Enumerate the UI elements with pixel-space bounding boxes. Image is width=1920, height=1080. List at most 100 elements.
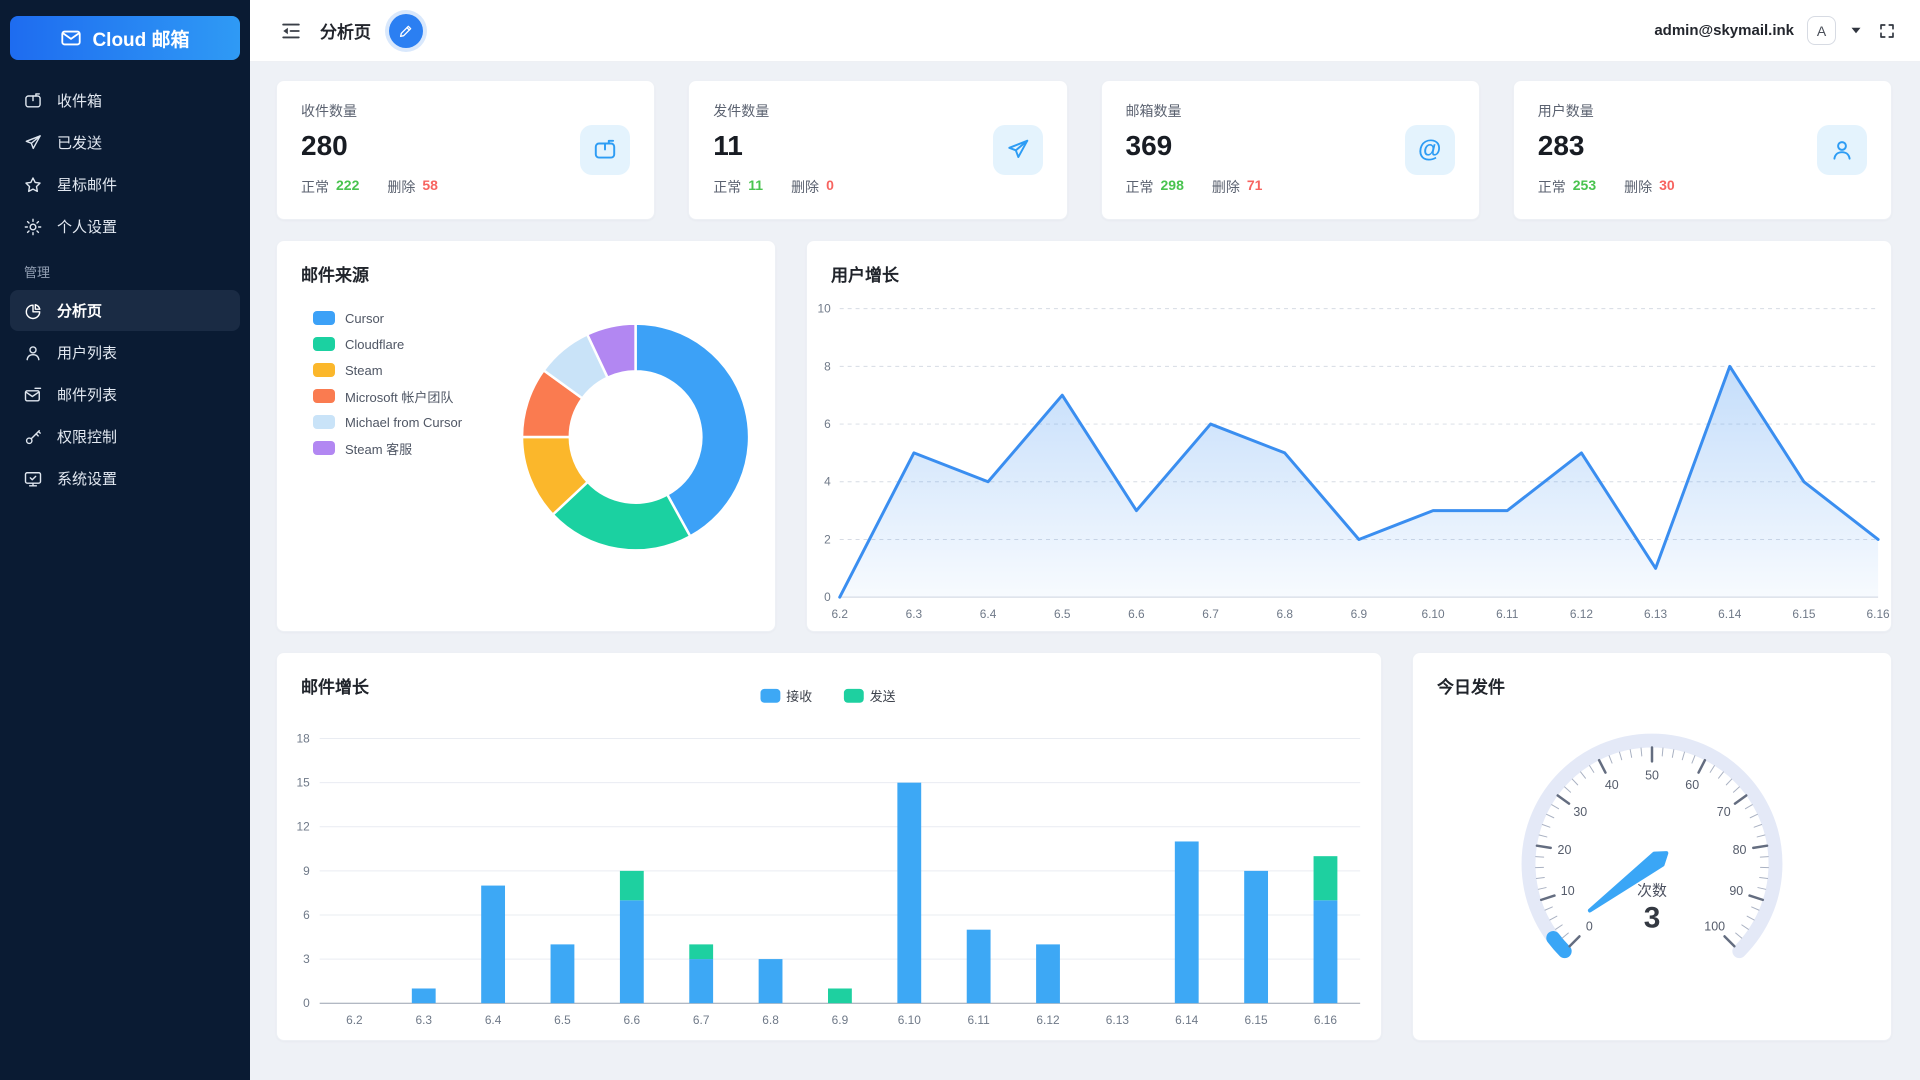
svg-text:0: 0 — [824, 590, 831, 604]
svg-text:6.7: 6.7 — [693, 1013, 710, 1027]
page-title: 分析页 — [320, 18, 371, 43]
svg-text:50: 50 — [1645, 768, 1659, 782]
collapse-sidebar-icon[interactable] — [280, 20, 302, 42]
key-icon — [23, 427, 43, 447]
svg-text:3: 3 — [1644, 902, 1661, 935]
svg-text:6: 6 — [303, 908, 310, 922]
stat-value: 283 — [1538, 130, 1675, 162]
sidebar-item-system-settings[interactable]: 系统设置 — [10, 458, 240, 499]
svg-text:6.10: 6.10 — [1422, 607, 1446, 621]
svg-text:6.10: 6.10 — [898, 1013, 922, 1027]
normal-label: 正常 — [301, 177, 329, 197]
svg-text:2: 2 — [824, 532, 831, 546]
legend-swatch — [313, 389, 335, 403]
user-email: admin@skymail.ink — [1654, 22, 1794, 39]
svg-text:6.14: 6.14 — [1175, 1013, 1199, 1027]
svg-text:90: 90 — [1729, 884, 1743, 898]
charts-row-3: 邮件增长 03691215186.26.36.46.56.66.76.86.96… — [276, 652, 1892, 1041]
fullscreen-button[interactable] — [1876, 20, 1898, 42]
sidebar-item-mail-list[interactable]: 邮件列表 — [10, 374, 240, 415]
stat-card-row: 收件数量 280 正常222 删除58 — [276, 80, 1892, 220]
charts-row-2: 邮件来源 Cursor Cloudflare Steam Microsoft 帐… — [276, 240, 1892, 632]
sidebar-nav: 收件箱 已发送 星标邮件 个人设置 管理 — [0, 80, 250, 499]
today-sent-card: 今日发件 0102030405060708090100次数3 — [1412, 652, 1892, 1041]
svg-text:6.3: 6.3 — [906, 607, 923, 621]
svg-text:8: 8 — [824, 359, 831, 373]
deleted-value: 30 — [1659, 177, 1675, 197]
svg-text:70: 70 — [1717, 805, 1731, 819]
svg-text:12: 12 — [297, 820, 311, 834]
pie-chart-icon — [23, 301, 43, 321]
app-logo[interactable]: Cloud 邮箱 — [10, 16, 240, 60]
svg-text:30: 30 — [1573, 805, 1587, 819]
topbar: 分析页 admin@skymail.ink A — [250, 0, 1920, 62]
legend-swatch — [313, 363, 335, 377]
legend-label: Cloudflare — [345, 337, 404, 352]
sidebar-item-analytics[interactable]: 分析页 — [10, 290, 240, 331]
mail-list-icon — [23, 385, 43, 405]
normal-label: 正常 — [1126, 177, 1154, 197]
deleted-value: 0 — [826, 177, 834, 197]
user-growth-card: 用户增长 02468106.26.36.46.56.66.76.86.96.10… — [806, 240, 1892, 632]
svg-text:6.5: 6.5 — [1054, 607, 1071, 621]
legend-item[interactable]: Cloudflare — [313, 331, 462, 357]
app-logo-label: Cloud 邮箱 — [92, 25, 189, 52]
legend-label: Michael from Cursor — [345, 415, 462, 430]
sidebar-item-permissions[interactable]: 权限控制 — [10, 416, 240, 457]
svg-text:18: 18 — [297, 732, 311, 746]
stat-card-sent-count: 发件数量 11 正常11 删除0 — [688, 80, 1067, 220]
svg-text:6.12: 6.12 — [1036, 1013, 1060, 1027]
svg-text:6.16: 6.16 — [1867, 607, 1891, 621]
main-area: 分析页 admin@skymail.ink A — [250, 0, 1920, 1080]
svg-text:6.5: 6.5 — [554, 1013, 571, 1027]
legend-item[interactable]: Microsoft 帐户团队 — [313, 383, 462, 409]
avatar[interactable]: A — [1807, 16, 1836, 45]
legend-item[interactable]: Steam 客服 — [313, 435, 462, 461]
svg-text:6.9: 6.9 — [832, 1013, 849, 1027]
normal-value: 253 — [1573, 177, 1596, 197]
svg-text:3: 3 — [303, 952, 310, 966]
edit-button[interactable] — [389, 14, 423, 48]
chart-title: 邮件增长 — [301, 673, 369, 698]
topbar-right: admin@skymail.ink A — [1654, 16, 1898, 45]
sidebar-item-user-list[interactable]: 用户列表 — [10, 332, 240, 373]
svg-text:6.8: 6.8 — [762, 1013, 779, 1027]
sidebar-item-starred[interactable]: 星标邮件 — [10, 164, 240, 205]
sidebar-item-label: 用户列表 — [57, 342, 117, 363]
svg-text:6.16: 6.16 — [1314, 1013, 1338, 1027]
legend-item[interactable]: Cursor — [313, 305, 462, 331]
stat-sub-row: 正常11 删除0 — [713, 177, 834, 197]
stat-sub-row: 正常222 删除58 — [301, 177, 438, 197]
user-menu-caret[interactable] — [1849, 25, 1863, 36]
svg-text:15: 15 — [297, 776, 311, 790]
mail-logo-icon — [60, 27, 82, 49]
sidebar-item-inbox[interactable]: 收件箱 — [10, 80, 240, 121]
at-icon: @ — [1405, 125, 1455, 175]
legend-item[interactable]: Michael from Cursor — [313, 409, 462, 435]
sidebar: Cloud 邮箱 收件箱 已发送 星标邮件 — [0, 0, 250, 1080]
mail-growth-bar-chart: 03691215186.26.36.46.56.66.76.86.96.106.… — [277, 653, 1381, 1040]
deleted-label: 删除 — [1624, 177, 1652, 197]
deleted-value: 71 — [1247, 177, 1263, 197]
legend-swatch — [313, 415, 335, 429]
sidebar-item-label: 分析页 — [57, 300, 102, 321]
svg-text:60: 60 — [1685, 778, 1699, 792]
sidebar-item-label: 邮件列表 — [57, 384, 117, 405]
svg-text:6.11: 6.11 — [968, 1013, 991, 1027]
stat-label: 发件数量 — [713, 101, 834, 121]
svg-text:6.7: 6.7 — [1202, 607, 1219, 621]
sidebar-item-personal-settings[interactable]: 个人设置 — [10, 206, 240, 247]
svg-text:9: 9 — [303, 864, 310, 878]
today-sent-gauge-chart: 0102030405060708090100次数3 — [1413, 653, 1891, 1040]
legend-item[interactable]: Steam — [313, 357, 462, 383]
svg-text:10: 10 — [1561, 884, 1575, 898]
stat-label: 收件数量 — [301, 101, 438, 121]
stat-card-inbox-count: 收件数量 280 正常222 删除58 — [276, 80, 655, 220]
stat-label: 邮箱数量 — [1126, 101, 1263, 121]
sidebar-item-label: 收件箱 — [57, 90, 102, 111]
content: 收件数量 2 8 0 正常222 删除58 — [250, 62, 1920, 1041]
sidebar-item-sent[interactable]: 已发送 — [10, 122, 240, 163]
gear-icon — [23, 217, 43, 237]
stat-sub-row: 正常253 删除30 — [1538, 177, 1675, 197]
fullscreen-icon — [1878, 22, 1896, 40]
